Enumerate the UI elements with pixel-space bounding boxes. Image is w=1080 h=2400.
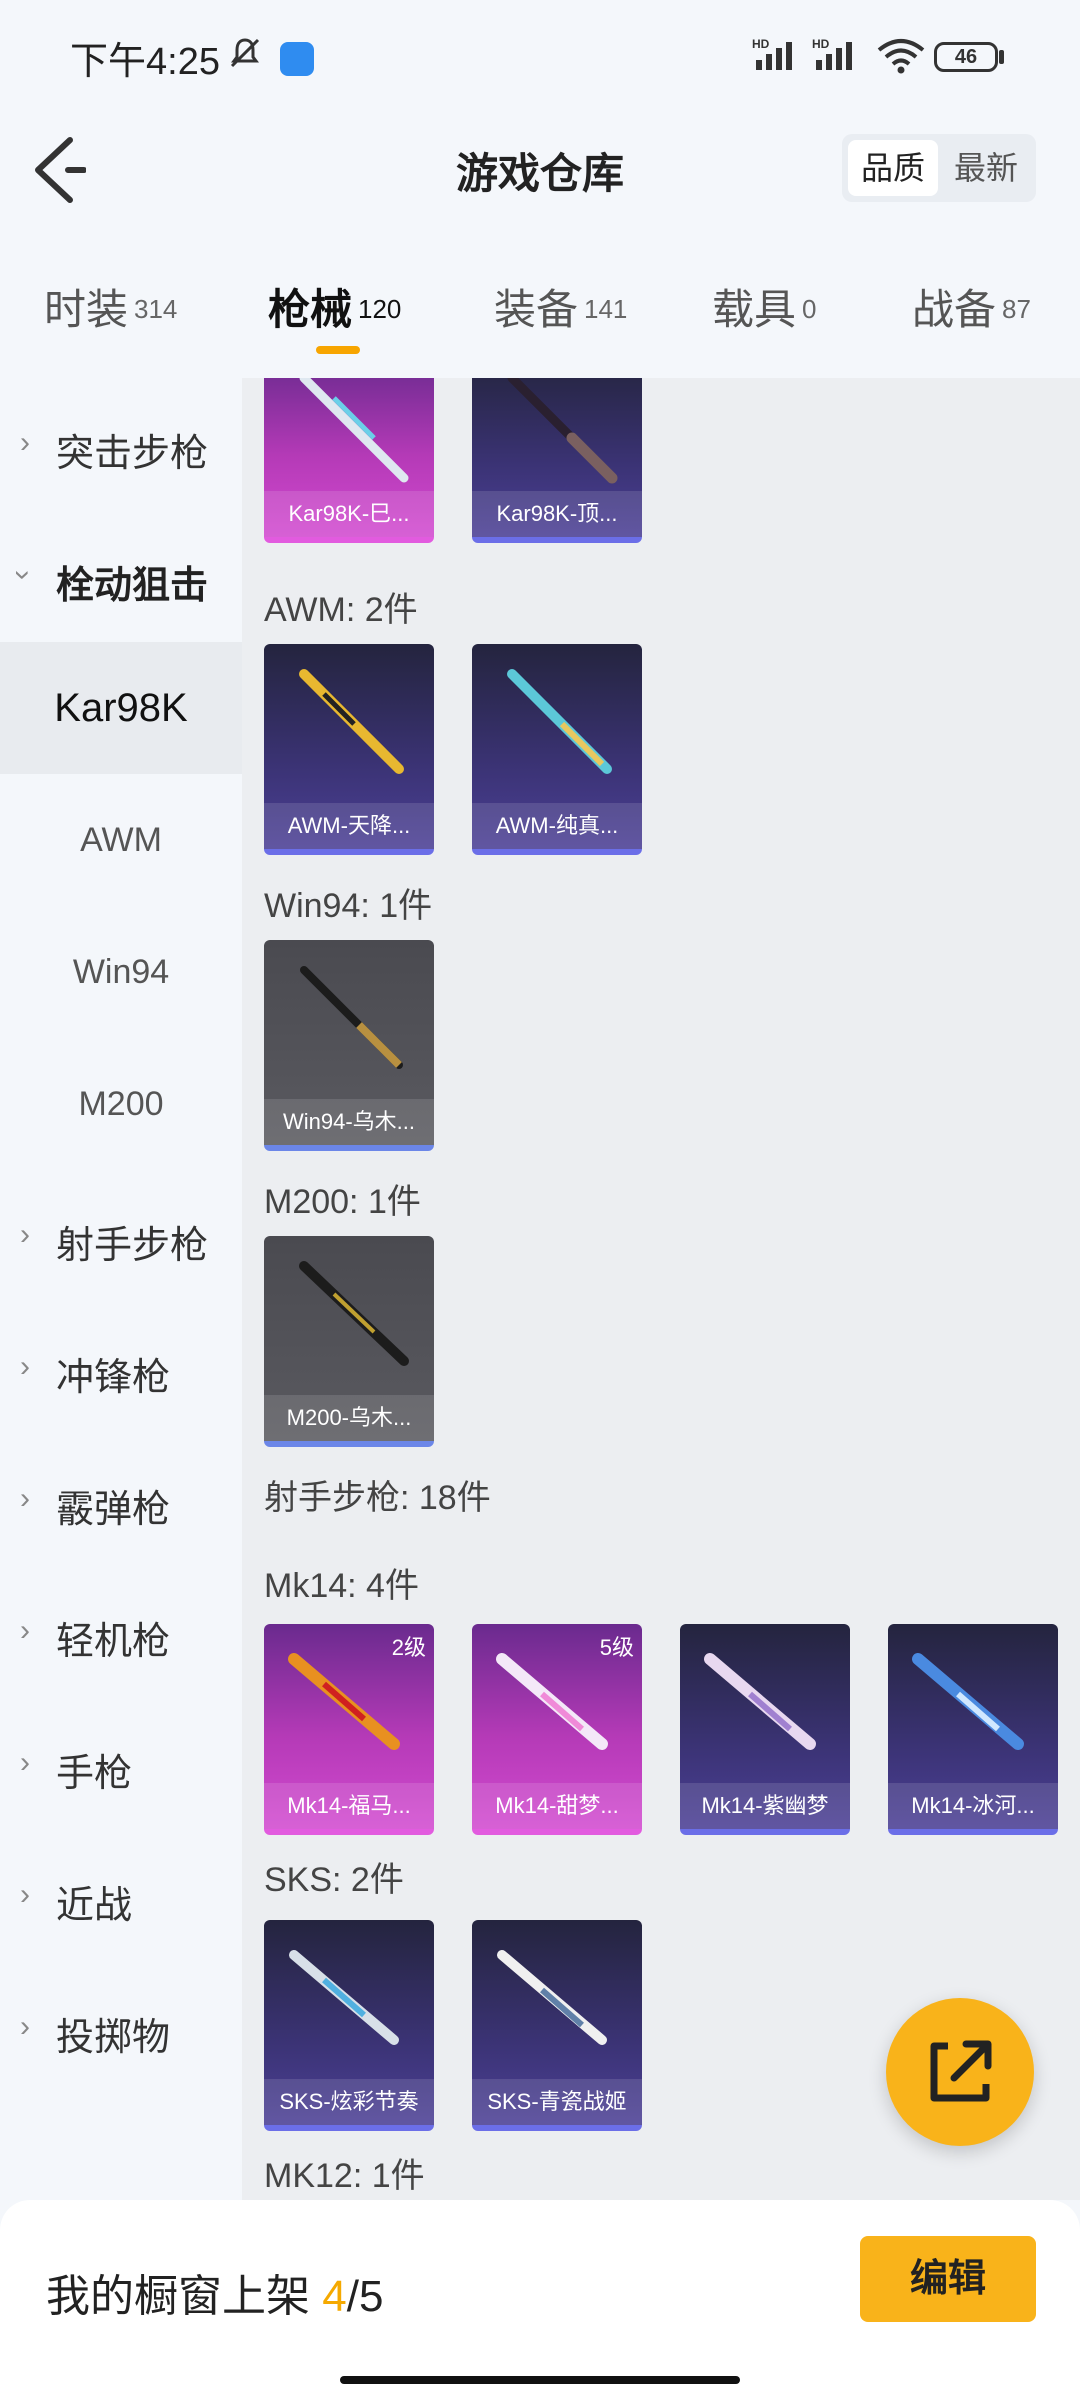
item-card[interactable]: Win94-乌木...	[264, 940, 434, 1151]
rifle-icon	[299, 378, 409, 483]
tab-equipment[interactable]: 装备 141	[494, 276, 627, 336]
rifle-icon	[507, 669, 612, 774]
item-card[interactable]: AWM-天降...	[264, 644, 434, 855]
item-card[interactable]: Mk14-紫幽梦	[680, 1624, 850, 1835]
tab-active-indicator	[316, 346, 360, 354]
bell-muted-icon	[230, 38, 260, 68]
section-header-m200: M200: 1件	[264, 1183, 421, 1221]
edit-button[interactable]: 编辑	[860, 2236, 1036, 2322]
wifi-icon	[877, 39, 925, 74]
sidebar-item-marksman-rifle[interactable]: › 射手步枪	[0, 1196, 242, 1276]
sidebar-sub-kar98k[interactable]: Kar98K	[0, 642, 242, 774]
sidebar-sub-awm[interactable]: AWM	[0, 774, 242, 906]
item-card[interactable]: M200-乌木...	[264, 1236, 434, 1447]
category-sidebar: › 突击步枪 › 栓动狙击 Kar98K AWM Win94 M200 › 射手…	[0, 378, 242, 2200]
item-card[interactable]: 5级 Mk14-甜梦...	[472, 1624, 642, 1835]
tab-firearms[interactable]: 枪械 120	[268, 276, 401, 336]
sidebar-item-pistol[interactable]: › 手枪	[0, 1724, 242, 1804]
rifle-icon	[289, 1950, 399, 2045]
sort-quality-button[interactable]: 品质	[848, 140, 938, 196]
sort-toggle: 品质 最新	[842, 134, 1036, 202]
sidebar-item-melee[interactable]: › 近战	[0, 1856, 242, 1936]
chevron-right-icon: ›	[20, 1746, 30, 1779]
sort-latest-button[interactable]: 最新	[940, 140, 1032, 196]
chevron-right-icon: ›	[20, 1614, 30, 1647]
share-export-icon	[930, 2040, 992, 2102]
app-notification-icon	[280, 42, 314, 76]
share-export-button[interactable]	[886, 1998, 1034, 2146]
sidebar-item-assault-rifle[interactable]: › 突击步枪	[0, 404, 242, 484]
svg-text:HD: HD	[752, 37, 770, 51]
chevron-right-icon: ›	[20, 1218, 30, 1251]
status-time: 下午4:25	[70, 41, 220, 83]
chevron-right-icon: ›	[20, 426, 30, 459]
svg-text:HD: HD	[812, 37, 830, 51]
chevron-right-icon: ›	[20, 1878, 30, 1911]
sidebar-sub-win94[interactable]: Win94	[0, 906, 242, 1038]
rifle-icon	[300, 966, 403, 1069]
battery-level: 46	[954, 46, 978, 68]
rifle-icon	[704, 1653, 816, 1750]
item-card[interactable]: SKS-炫彩节奏	[264, 1920, 434, 2131]
chevron-right-icon: ›	[20, 2010, 30, 2043]
item-card[interactable]: SKS-青瓷战姬	[472, 1920, 642, 2131]
section-header-sks: SKS: 2件	[264, 1861, 404, 1899]
sidebar-item-shotgun[interactable]: › 霰弹枪	[0, 1460, 242, 1540]
tab-vehicles[interactable]: 载具 0	[712, 276, 816, 336]
section-header-awm: AWM: 2件	[264, 591, 418, 629]
item-card[interactable]: Mk14-冰河...	[888, 1624, 1058, 1835]
chevron-down-icon: ›	[7, 570, 40, 580]
sidebar-item-throwable[interactable]: › 投掷物	[0, 1988, 242, 2068]
status-bar: 下午4:25 HD HD 46	[0, 0, 1080, 118]
signal-icon: HD	[752, 36, 806, 77]
item-card[interactable]: Kar98K-顶...	[472, 378, 642, 543]
tab-fashion[interactable]: 时装 314	[44, 276, 177, 336]
battery-icon: 46	[934, 42, 998, 72]
item-card[interactable]: Kar98K-巳...	[264, 378, 434, 543]
home-indicator[interactable]	[340, 2376, 740, 2384]
section-header-mk12: MK12: 1件	[264, 2157, 425, 2195]
level-badge: 5级	[599, 1635, 634, 1660]
sidebar-sub-m200[interactable]: M200	[0, 1038, 242, 1170]
chevron-right-icon: ›	[20, 1350, 30, 1383]
battery-tip	[999, 50, 1004, 64]
chevron-right-icon: ›	[20, 1482, 30, 1515]
sidebar-item-smg[interactable]: › 冲锋枪	[0, 1328, 242, 1408]
signal-icon-2: HD	[812, 36, 866, 77]
item-grid: Kar98K-巳... Kar98K-顶... AWM: 2件 AWM-天降..…	[242, 378, 1080, 2200]
item-card[interactable]: AWM-纯真...	[472, 644, 642, 855]
item-card[interactable]: 2级 Mk14-福马...	[264, 1624, 434, 1835]
section-header-win94: Win94: 1件	[264, 887, 433, 925]
rifle-icon	[912, 1653, 1024, 1750]
sidebar-item-lmg[interactable]: › 轻机枪	[0, 1592, 242, 1672]
bottom-bar: 我的橱窗上架 4/5 编辑	[0, 2200, 1080, 2400]
showcase-count: 我的橱窗上架 4/5	[46, 2272, 384, 2321]
section-header-mk14: Mk14: 4件	[264, 1567, 419, 1605]
level-badge: 2级	[391, 1635, 426, 1660]
rifle-icon	[299, 1261, 409, 1366]
tab-supplies[interactable]: 战备 87	[912, 276, 1031, 336]
section-header-marksman: 射手步枪: 18件	[264, 1479, 491, 1517]
sidebar-item-bolt-sniper[interactable]: › 栓动狙击	[0, 536, 242, 616]
rifle-icon	[497, 1950, 607, 2045]
rifle-icon	[507, 378, 618, 484]
rifle-icon	[299, 669, 404, 774]
